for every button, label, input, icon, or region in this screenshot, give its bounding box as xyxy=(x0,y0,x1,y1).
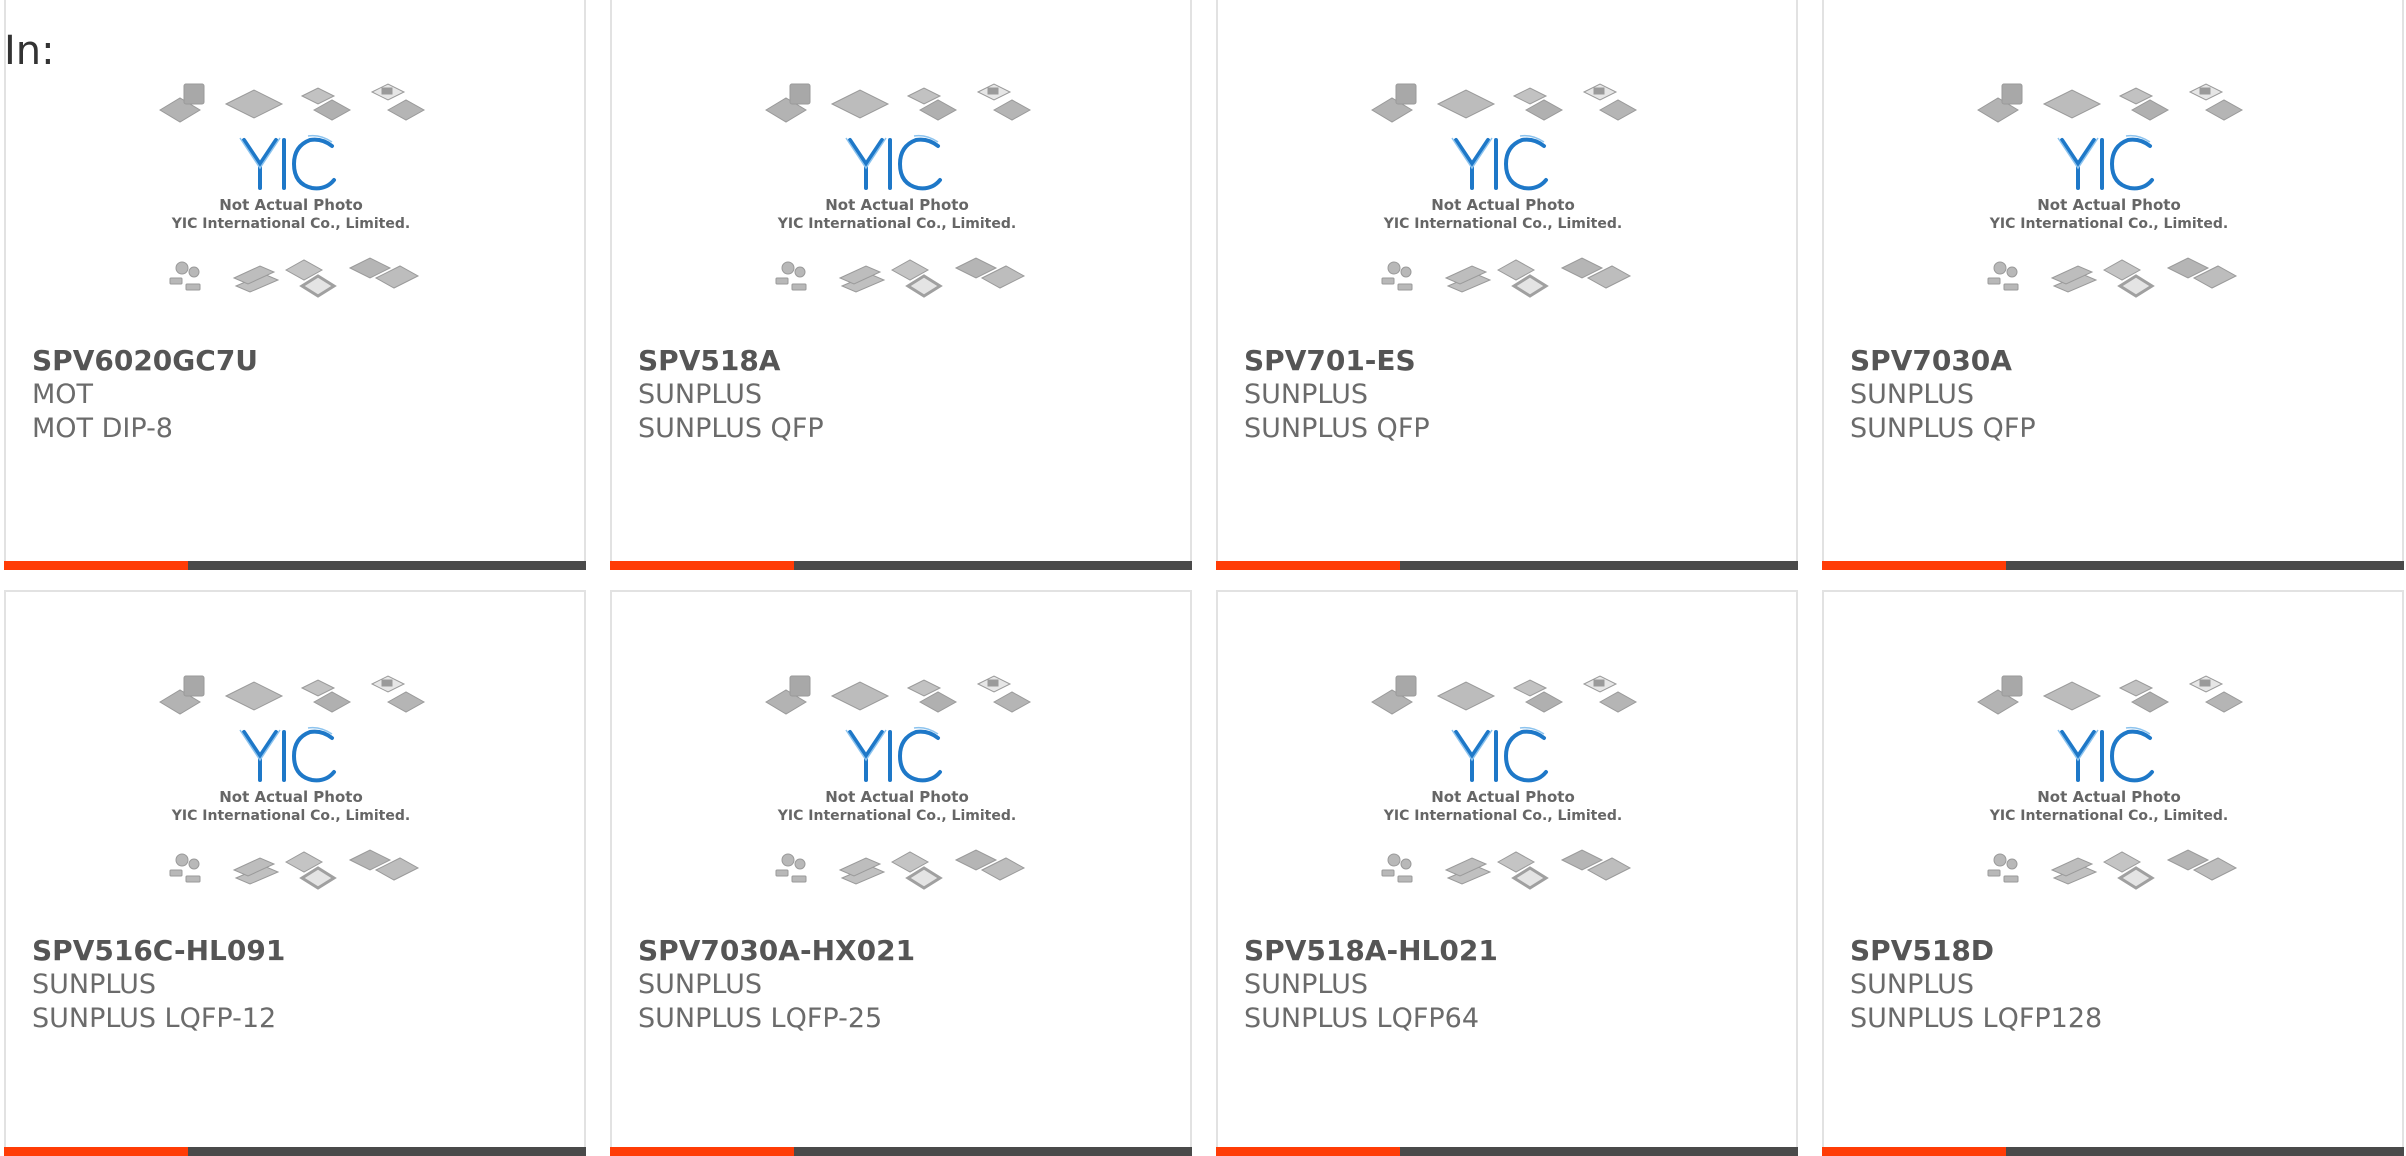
thumb-caption-1: Not Actual Photo xyxy=(1431,788,1575,806)
product-thumbnail: Not Actual Photo YIC International Co., … xyxy=(762,672,1032,912)
card-accent xyxy=(4,561,188,570)
product-thumbnail: Not Actual Photo YIC International Co., … xyxy=(1368,672,1638,912)
thumb-caption-2: YIC International Co., Limited. xyxy=(1989,216,2228,232)
card-accent xyxy=(1216,1147,1400,1156)
placeholder-chip-image: Not Actual Photo YIC International Co., … xyxy=(1977,83,2244,298)
package: SUNPLUS LQFP128 xyxy=(1850,1003,2103,1034)
card-bottom-bar xyxy=(610,561,1192,570)
product-thumbnail: Not Actual Photo YIC International Co., … xyxy=(156,80,426,320)
thumb-caption-2: YIC International Co., Limited. xyxy=(777,808,1016,824)
product-thumbnail: Not Actual Photo YIC International Co., … xyxy=(1368,80,1638,320)
thumb-caption-1: Not Actual Photo xyxy=(825,788,969,806)
manufacturer: SUNPLUS xyxy=(1850,379,1974,410)
product-card[interactable]: Not Actual Photo YIC International Co., … xyxy=(1216,0,1798,570)
card-accent xyxy=(610,561,794,570)
thumb-caption-1: Not Actual Photo xyxy=(825,196,969,214)
product-card[interactable]: Not Actual Photo YIC International Co., … xyxy=(4,0,586,570)
thumb-caption-1: Not Actual Photo xyxy=(2037,788,2181,806)
card-bottom-bar xyxy=(610,1147,1192,1156)
product-thumbnail: Not Actual Photo YIC International Co., … xyxy=(1974,672,2244,912)
manufacturer: SUNPLUS xyxy=(638,969,762,1000)
thumb-caption-2: YIC International Co., Limited. xyxy=(171,808,410,824)
manufacturer: SUNPLUS xyxy=(1244,969,1368,1000)
manufacturer: SUNPLUS xyxy=(1244,379,1368,410)
card-bottom-bar xyxy=(1822,1147,2404,1156)
package: SUNPLUS LQFP-25 xyxy=(638,1003,883,1034)
placeholder-chip-image: Not Actual Photo YIC International Co., … xyxy=(159,675,426,890)
thumb-caption-1: Not Actual Photo xyxy=(219,788,363,806)
package: SUNPLUS QFP xyxy=(1244,413,1430,444)
product-card[interactable]: Not Actual Photo YIC International Co., … xyxy=(1822,590,2404,1156)
card-accent xyxy=(1216,561,1400,570)
product-card[interactable]: Not Actual Photo YIC International Co., … xyxy=(610,0,1192,570)
thumb-caption-1: Not Actual Photo xyxy=(219,196,363,214)
placeholder-chip-image: Not Actual Photo YIC International Co., … xyxy=(765,83,1032,298)
manufacturer: SUNPLUS xyxy=(32,969,156,1000)
placeholder-chip-image: Not Actual Photo YIC International Co., … xyxy=(159,83,426,298)
placeholder-chip-image: Not Actual Photo YIC International Co., … xyxy=(1371,675,1638,890)
thumb-caption-2: YIC International Co., Limited. xyxy=(1383,216,1622,232)
thumb-caption-2: YIC International Co., Limited. xyxy=(1383,808,1622,824)
part-number[interactable]: SPV6020GC7U xyxy=(32,344,258,378)
thumb-caption-1: Not Actual Photo xyxy=(1431,196,1575,214)
thumb-caption-2: YIC International Co., Limited. xyxy=(1989,808,2228,824)
part-number[interactable]: SPV518A xyxy=(638,344,824,378)
product-grid: Not Actual Photo YIC International Co., … xyxy=(4,0,2406,1156)
product-card[interactable]: Not Actual Photo YIC International Co., … xyxy=(1822,0,2404,570)
product-card[interactable]: Not Actual Photo YIC International Co., … xyxy=(4,590,586,1156)
card-bottom-bar xyxy=(1822,561,2404,570)
manufacturer: MOT xyxy=(32,379,94,410)
card-bottom-bar xyxy=(4,1147,586,1156)
thumb-caption-1: Not Actual Photo xyxy=(2037,196,2181,214)
card-bottom-bar xyxy=(1216,561,1798,570)
product-thumbnail: Not Actual Photo YIC International Co., … xyxy=(762,80,1032,320)
product-thumbnail: Not Actual Photo YIC International Co., … xyxy=(1974,80,2244,320)
product-listing-page: Not Actual Photo YIC International Co., … xyxy=(0,0,2406,1156)
card-bottom-bar xyxy=(1216,1147,1798,1156)
placeholder-chip-image: Not Actual Photo YIC International Co., … xyxy=(765,675,1032,890)
thumb-caption-2: YIC International Co., Limited. xyxy=(171,216,410,232)
product-card[interactable]: Not Actual Photo YIC International Co., … xyxy=(1216,590,1798,1156)
manufacturer: SUNPLUS xyxy=(1850,969,1974,1000)
card-accent xyxy=(1822,561,2006,570)
part-number[interactable]: SPV7030A xyxy=(1850,344,2036,378)
product-thumbnail: Not Actual Photo YIC International Co., … xyxy=(156,672,426,912)
part-number[interactable]: SPV518D xyxy=(1850,934,2102,968)
part-number[interactable]: SPV516C-HL091 xyxy=(32,934,285,968)
card-bottom-bar xyxy=(4,561,586,570)
part-number[interactable]: SPV518A-HL021 xyxy=(1244,934,1498,968)
placeholder-chip-image: Not Actual Photo YIC International Co., … xyxy=(1977,675,2244,890)
thumb-caption-2: YIC International Co., Limited. xyxy=(777,216,1016,232)
card-accent xyxy=(1822,1147,2006,1156)
part-number[interactable]: SPV701-ES xyxy=(1244,344,1430,378)
card-accent xyxy=(610,1147,794,1156)
package: MOT DIP-8 xyxy=(32,413,173,444)
package: SUNPLUS QFP xyxy=(638,413,824,444)
manufacturer: SUNPLUS xyxy=(638,379,762,410)
package: SUNPLUS LQFP-12 xyxy=(32,1003,277,1034)
product-card[interactable]: Not Actual Photo YIC International Co., … xyxy=(610,590,1192,1156)
part-number[interactable]: SPV7030A-HX021 xyxy=(638,934,915,968)
placeholder-chip-image: Not Actual Photo YIC International Co., … xyxy=(1371,83,1638,298)
card-accent xyxy=(4,1147,188,1156)
package: SUNPLUS LQFP64 xyxy=(1244,1003,1480,1034)
package: SUNPLUS QFP xyxy=(1850,413,2036,444)
filter-label: In: xyxy=(4,28,55,74)
